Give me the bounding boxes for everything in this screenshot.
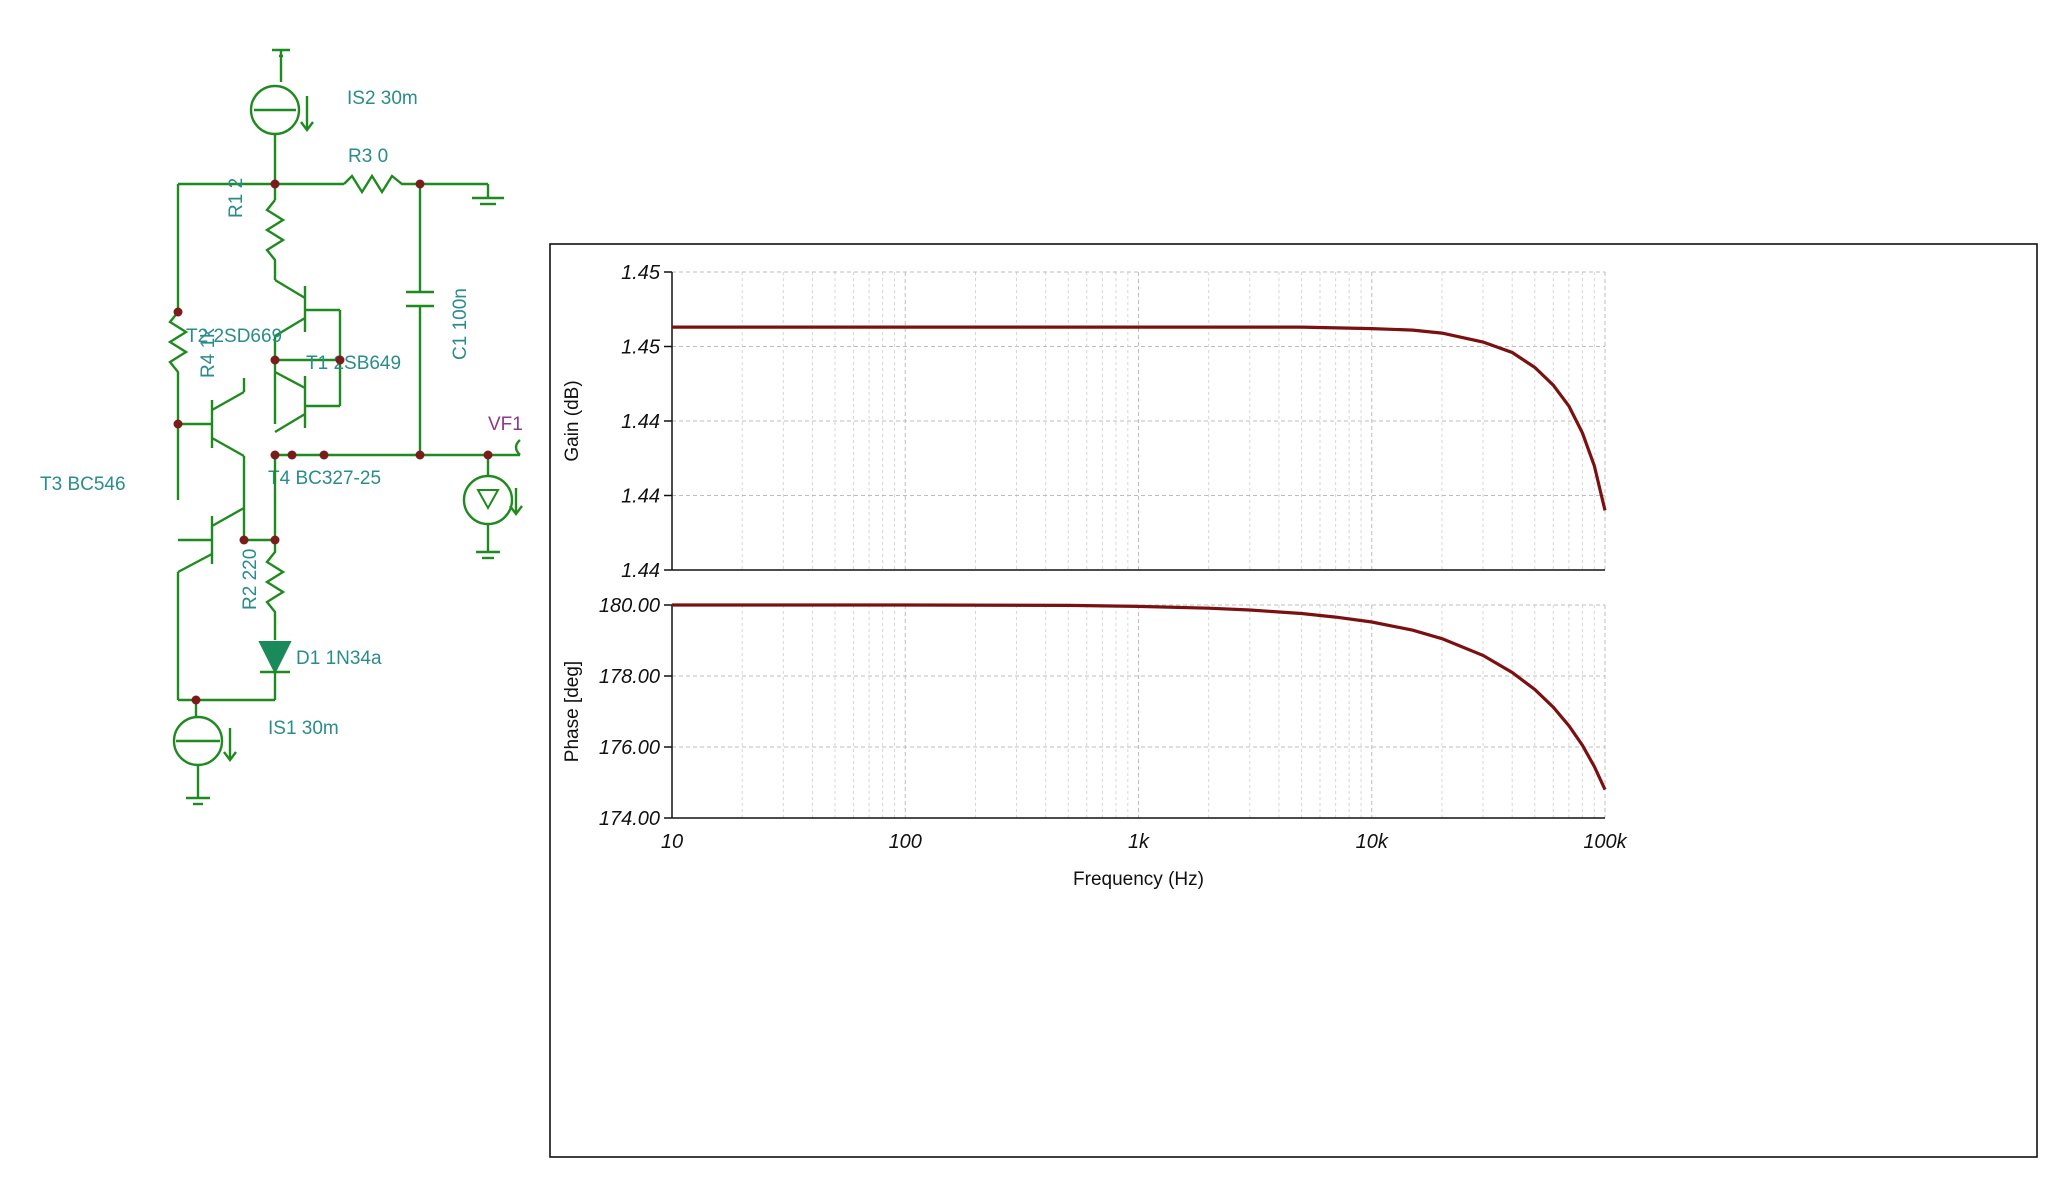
bode-plot-window: 1.45 1.45 1.44 1.44 1.44 Gain (dB) 10 100 1k 10k… (549, 243, 2038, 1158)
x-tick-label: 100 (889, 831, 922, 853)
y-tick-label: 1.44 (621, 486, 660, 508)
y-tick-label: 1.44 (621, 560, 660, 582)
phase-plot: 10 100 1k 10k 100k 180.00 178.00 176.00 174.00 Ph… (562, 595, 1628, 890)
y-axis-label: Gain (dB) (562, 380, 583, 461)
y-tick-label: 178.00 (599, 666, 660, 688)
plot-border (549, 243, 2038, 1158)
x-tick-label: 10k (1356, 831, 1389, 853)
y-tick-label: 174.00 (599, 808, 660, 830)
x-tick-label: 100k (1583, 831, 1627, 853)
x-axis-label: Frequency (Hz) (1073, 869, 1204, 890)
y-tick-label: 176.00 (599, 737, 660, 759)
y-tick-label: 180.00 (599, 595, 660, 617)
y-axis-label: Phase [deg] (562, 661, 583, 762)
gain-plot: 1.45 1.45 1.44 1.44 1.44 Gain (dB) (562, 262, 1607, 582)
y-tick-label: 1.44 (621, 411, 660, 433)
x-tick-label: 1k (1128, 831, 1150, 853)
x-tick-label: 10 (661, 831, 683, 853)
y-tick-label: 1.45 (621, 262, 661, 284)
y-tick-label: 1.45 (621, 337, 661, 359)
